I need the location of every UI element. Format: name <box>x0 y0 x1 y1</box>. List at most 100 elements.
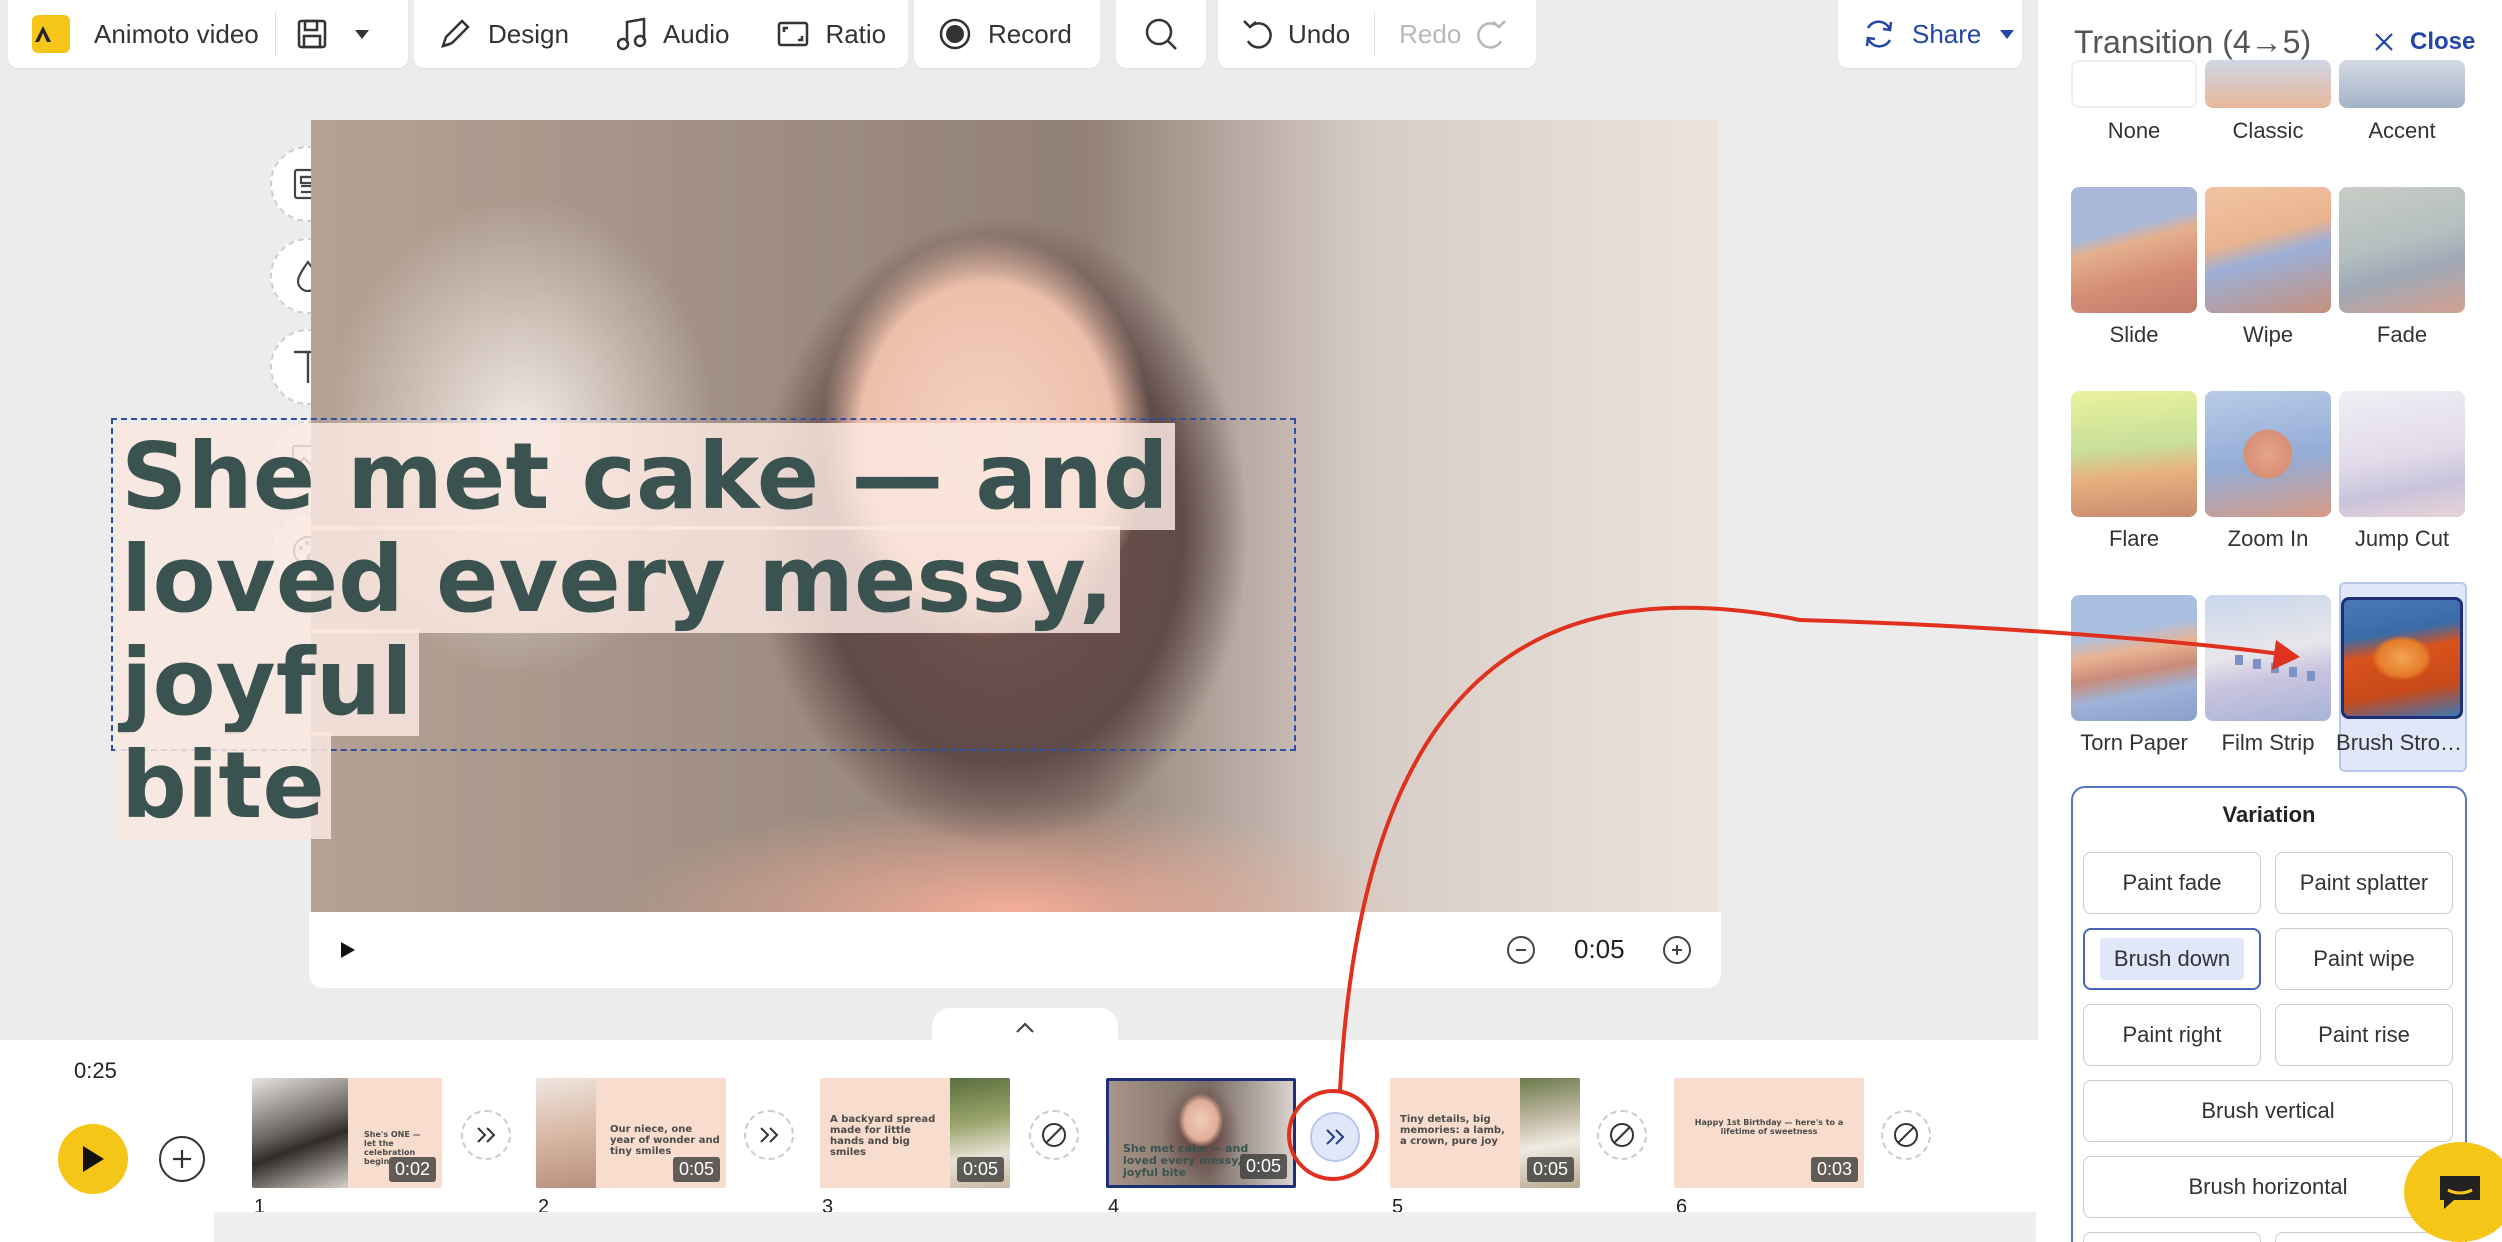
transition-tile-classic[interactable] <box>2205 60 2331 108</box>
double-chevron-right-icon <box>477 1127 496 1143</box>
transition-tile-none[interactable] <box>2071 60 2197 108</box>
caption-line-3: bite <box>115 732 331 839</box>
transition-label: Brush Stro… <box>2336 730 2462 755</box>
variation-paint-right[interactable]: Paint right <box>2083 1004 2261 1066</box>
transition-label: Torn Paper <box>2080 730 2188 755</box>
redo-icon <box>1477 20 1507 49</box>
caption-line-2: loved every messy, joyful <box>115 526 1120 736</box>
transition-label: Jump Cut <box>2354 526 2450 551</box>
timeline-slide-6[interactable]: Happy 1st Birthday — here's to a lifetim… <box>1674 1078 1864 1188</box>
transition-tile-jump-cut[interactable] <box>2339 391 2465 517</box>
transition-button-2-3[interactable] <box>744 1110 794 1160</box>
toolbar-edit: Design Audio Ratio <box>414 0 908 68</box>
toolbar-search <box>1116 0 1206 68</box>
caption-line-1: She met cake — and <box>115 423 1175 530</box>
animoto-logo[interactable] <box>32 15 70 53</box>
slide-duration: 0:05 <box>1574 934 1625 964</box>
transition-tile-accent[interactable] <box>2339 60 2465 108</box>
zoom-out-button[interactable] <box>1507 936 1535 964</box>
add-slide-button[interactable] <box>159 1136 205 1182</box>
record-icon <box>939 18 971 50</box>
total-duration: 0:25 <box>74 1058 117 1083</box>
transition-tile-slide[interactable] <box>2071 187 2197 313</box>
variation-title: Variation <box>2222 802 2316 827</box>
save-button[interactable] <box>276 0 390 68</box>
slide-caption[interactable]: She met cake — and loved every messy, jo… <box>115 423 1295 839</box>
variation-more[interactable] <box>2083 1232 2261 1242</box>
share-button[interactable]: Share <box>1838 0 2039 68</box>
ratio-button[interactable]: Ratio <box>753 0 910 68</box>
transition-label: Fade <box>2376 322 2428 347</box>
no-transition-icon <box>1894 1123 1918 1147</box>
undo-button[interactable]: Undo <box>1218 0 1374 68</box>
slide-thumbnail-photo <box>252 1078 348 1188</box>
transition-label: Wipe <box>2242 322 2294 347</box>
double-chevron-right-icon <box>760 1127 779 1143</box>
audio-button[interactable]: Audio <box>593 0 754 68</box>
play-button[interactable] <box>58 1124 128 1194</box>
timeline-scrollbar[interactable] <box>214 1212 2036 1242</box>
transition-button-1-2[interactable] <box>461 1110 511 1160</box>
variation-paint-rise[interactable]: Paint rise <box>2275 1004 2453 1066</box>
chevron-down-icon <box>2000 30 2015 39</box>
transition-tile-torn-paper[interactable] <box>2071 595 2197 721</box>
variation-brush-down[interactable]: Brush down <box>2083 928 2261 990</box>
timeline-slide-1[interactable]: She's ONE — let the celebration begin 0:… <box>252 1078 442 1188</box>
transition-label: Classic <box>2232 118 2304 143</box>
transition-tile-brush-stroke[interactable] <box>2341 597 2463 719</box>
variation-paint-splatter[interactable]: Paint splatter <box>2275 852 2453 914</box>
transition-label: None <box>2107 118 2161 143</box>
variation-brush-horizontal[interactable]: Brush horizontal <box>2083 1156 2453 1218</box>
timeline-slide-4[interactable]: She met cake — and loved every messy, jo… <box>1106 1078 1296 1188</box>
transition-button-5-6[interactable] <box>1597 1110 1647 1160</box>
player-bar: 0:05 <box>309 912 1721 988</box>
music-note-icon <box>616 17 647 51</box>
variation-paint-fade[interactable]: Paint fade <box>2083 852 2261 914</box>
transition-button-6-end[interactable] <box>1881 1110 1931 1160</box>
toolbar-history: Undo Redo <box>1218 0 1536 68</box>
minus-icon <box>1516 949 1526 951</box>
project-name[interactable]: Animoto video <box>94 19 259 50</box>
zoom-in-button[interactable] <box>1663 936 1691 964</box>
search-icon[interactable] <box>1143 16 1179 52</box>
film-strip-icon <box>2235 655 2315 681</box>
transition-tile-zoom-in[interactable] <box>2205 391 2331 517</box>
toolbar-project: Animoto video <box>8 0 408 68</box>
transition-tile-film-strip[interactable] <box>2205 595 2331 721</box>
undo-icon <box>1243 20 1272 49</box>
variation-more[interactable] <box>2275 1232 2453 1242</box>
no-transition-icon <box>1042 1123 1066 1147</box>
toolbar-share: Share <box>1838 0 2022 68</box>
variation-paint-wipe[interactable]: Paint wipe <box>2275 928 2453 990</box>
save-icon <box>297 19 327 49</box>
record-button[interactable]: Record <box>914 0 1096 68</box>
plus-icon <box>173 1150 191 1168</box>
panel-title: Transition (4→5) <box>2074 24 2312 60</box>
close-icon <box>2375 33 2393 51</box>
transition-tile-fade[interactable] <box>2339 187 2465 313</box>
timeline-slide-3[interactable]: A backyard spread made for little hands … <box>820 1078 1010 1188</box>
chevron-up-icon <box>1016 1022 1034 1033</box>
toolbar-record: Record <box>914 0 1100 68</box>
timeline-slide-2[interactable]: Our niece, one year of wonder and tiny s… <box>536 1078 726 1188</box>
transition-label: Accent <box>2368 118 2436 143</box>
close-button[interactable]: Close <box>2374 28 2475 56</box>
transition-label: Flare <box>2108 526 2160 551</box>
plus-icon <box>1672 945 1682 955</box>
timeline-slide-5[interactable]: Tiny details, big memories: a lamb, a cr… <box>1390 1078 1580 1188</box>
transition-button-3-4[interactable] <box>1029 1110 1079 1160</box>
transition-tile-wipe[interactable] <box>2205 187 2331 313</box>
variation-brush-vertical[interactable]: Brush vertical <box>2083 1080 2453 1142</box>
transition-label: Film Strip <box>2221 730 2315 755</box>
chat-icon <box>2440 1176 2480 1209</box>
redo-button[interactable]: Redo <box>1375 0 1531 68</box>
design-button[interactable]: Design <box>414 0 593 68</box>
transition-tile-flare[interactable] <box>2071 391 2197 517</box>
no-transition-icon <box>1610 1123 1634 1147</box>
play-icon[interactable] <box>339 940 357 960</box>
chevron-down-icon[interactable] <box>354 28 370 40</box>
ratio-icon <box>778 21 809 47</box>
pencil-icon <box>441 19 470 48</box>
annotation-circle <box>1287 1089 1379 1181</box>
transition-label: Zoom In <box>2227 526 2309 551</box>
